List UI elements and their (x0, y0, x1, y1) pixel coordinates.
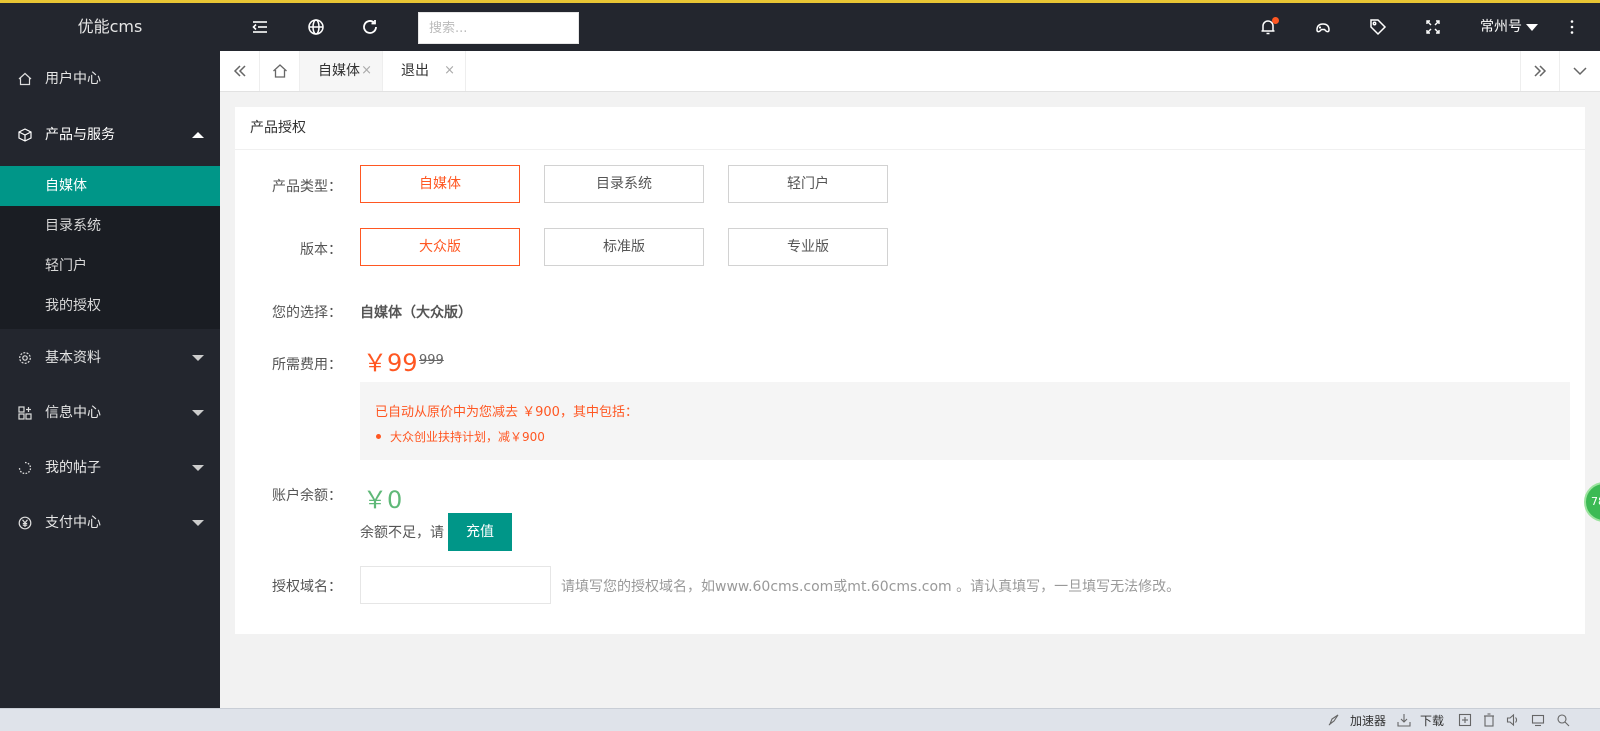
domain-tip: 请填写您的授权域名，如www.60cms.com或mt.60cms.com 。请… (561, 579, 1181, 595)
tab-logout[interactable]: 退出 × (383, 51, 466, 91)
sidebar: 用户中心 产品与服务 自媒体 目录系统 轻门户 我的授权 基本资料 信息中心 我… (0, 51, 220, 708)
refresh-icon[interactable] (358, 15, 382, 39)
sidebar-item-payment[interactable]: 支付中心 (0, 495, 220, 551)
caret-down-icon (1526, 23, 1538, 31)
cube-icon (18, 128, 32, 142)
download-label[interactable]: 下载 (1420, 712, 1444, 729)
more-vertical-icon[interactable] (1560, 15, 1584, 39)
version-option-basic[interactable]: 大众版 (360, 228, 520, 266)
search-input[interactable] (418, 12, 579, 44)
user-name: 常州号 (1480, 19, 1522, 35)
caret-down-icon (192, 465, 204, 471)
fee-label: 所需费用： (272, 357, 342, 373)
original-price: 999 (419, 353, 444, 368)
caret-down-icon (192, 410, 204, 416)
close-icon[interactable]: × (361, 51, 372, 91)
domain-label: 授权域名： (272, 579, 342, 595)
home-icon (18, 72, 32, 86)
bell-icon[interactable] (1256, 15, 1280, 39)
price-value: ￥99 (363, 349, 418, 377)
fullscreen-icon[interactable] (1421, 15, 1445, 39)
balance-label: 账户余额： (272, 488, 342, 504)
tab-media[interactable]: 自媒体 × (300, 51, 383, 91)
sidebar-item-products[interactable]: 产品与服务 (0, 107, 220, 163)
sidebar-item-user-center[interactable]: 用户中心 (0, 51, 220, 107)
tab-home-icon[interactable] (260, 51, 300, 91)
product-type-label: 产品类型： (272, 179, 342, 195)
apps-icon (18, 406, 32, 420)
add-window-icon[interactable] (1458, 713, 1472, 727)
sidebar-item-label: 我的帖子 (45, 460, 101, 476)
version-label: 版本： (300, 242, 342, 258)
sidebar-item-my-posts[interactable]: 我的帖子 (0, 440, 220, 496)
domain-input[interactable] (360, 566, 551, 604)
caret-down-icon (192, 355, 204, 361)
accelerator-label[interactable]: 加速器 (1350, 712, 1386, 729)
sidebar-item-info-center[interactable]: 信息中心 (0, 385, 220, 441)
tab-label: 自媒体 (318, 63, 360, 79)
sidebar-item-label: 产品与服务 (45, 127, 115, 143)
choice-value: 自媒体（大众版） (360, 305, 472, 321)
sidebar-subitem-portal[interactable]: 轻门户 (0, 246, 220, 286)
discount-notice: 已自动从原价中为您减去 ￥900，其中包括： 大众创业扶持计划，减￥900 (360, 382, 1570, 460)
sidebar-item-label: 用户中心 (45, 71, 101, 87)
loading-icon (18, 461, 32, 475)
notification-dot (1272, 17, 1279, 24)
sidebar-item-label: 支付中心 (45, 515, 101, 531)
balance-value: ￥0 (363, 486, 403, 514)
sidebar-subitem-media[interactable]: 自媒体 (0, 166, 220, 206)
caret-up-icon (192, 132, 204, 138)
download-icon (1397, 713, 1411, 727)
product-option-media[interactable]: 自媒体 (360, 165, 520, 203)
discount-item: 大众创业扶持计划，减￥900 (375, 428, 1555, 445)
close-icon[interactable]: × (444, 51, 455, 91)
trash-icon[interactable] (1482, 713, 1496, 727)
tab-scroll-left-icon[interactable] (220, 51, 260, 91)
sidebar-subitem-my-license[interactable]: 我的授权 (0, 286, 220, 326)
sidebar-item-label: 信息中心 (45, 405, 101, 421)
rocket-icon (1327, 713, 1341, 727)
sidebar-item-basic-info[interactable]: 基本资料 (0, 330, 220, 386)
discount-notice-text: 已自动从原价中为您减去 ￥900，其中包括： (375, 405, 638, 420)
gamepad-icon[interactable] (1311, 15, 1335, 39)
rmb-icon (18, 516, 32, 530)
browser-status-bar: 加速器 下载 (0, 708, 1600, 731)
caret-down-icon (192, 520, 204, 526)
recharge-button[interactable]: 充值 (448, 513, 512, 551)
product-option-directory[interactable]: 目录系统 (544, 165, 704, 203)
gear-icon (18, 351, 32, 365)
tabs-bar: 自媒体 × 退出 × (220, 51, 1600, 92)
user-menu[interactable]: 常州号 (1480, 3, 1538, 51)
menu-fold-icon[interactable] (248, 15, 272, 39)
volume-icon[interactable] (1506, 713, 1520, 727)
product-option-portal[interactable]: 轻门户 (728, 165, 888, 203)
screen-icon[interactable] (1531, 713, 1545, 727)
tab-menu-chevron-down-icon[interactable] (1560, 51, 1600, 91)
insufficient-text: 余额不足，请 (360, 525, 444, 541)
top-header: 优能cms 常州号 (0, 3, 1600, 51)
tag-icon[interactable] (1366, 15, 1390, 39)
tab-label: 退出 (401, 63, 429, 79)
version-option-pro[interactable]: 专业版 (728, 228, 888, 266)
zoom-icon[interactable] (1556, 713, 1570, 727)
card-title: 产品授权 (235, 107, 1585, 150)
tab-scroll-right-icon[interactable] (1520, 51, 1560, 91)
floating-speed-badge[interactable]: 78 (1584, 482, 1600, 522)
sidebar-item-label: 基本资料 (45, 350, 101, 366)
choice-label: 您的选择： (272, 305, 342, 321)
sidebar-subitem-directory[interactable]: 目录系统 (0, 206, 220, 246)
app-logo[interactable]: 优能cms (0, 3, 220, 51)
sidebar-submenu: 自媒体 目录系统 轻门户 我的授权 (0, 166, 220, 329)
globe-icon[interactable] (304, 15, 328, 39)
version-option-standard[interactable]: 标准版 (544, 228, 704, 266)
